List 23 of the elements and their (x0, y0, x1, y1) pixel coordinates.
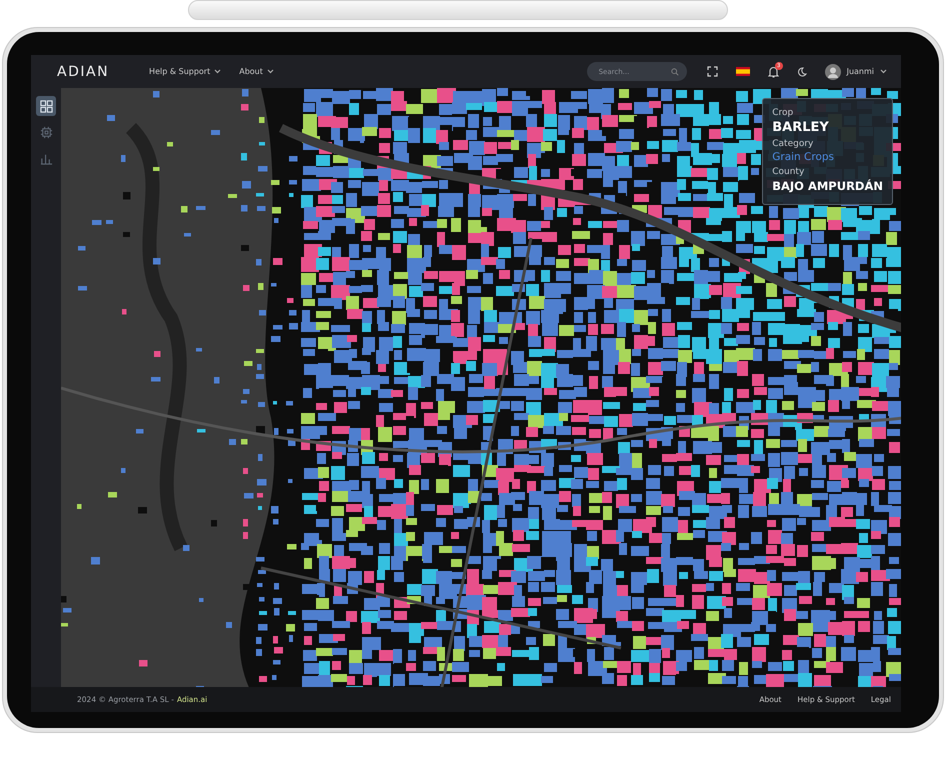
field-value: BAJO AMPURDÁN (772, 179, 883, 193)
search-icon (670, 68, 679, 76)
field-label: County (772, 167, 806, 177)
spain-flag-icon[interactable] (736, 67, 750, 76)
field-label: Category (772, 139, 814, 149)
dashboard-icon (40, 100, 52, 112)
field-value: Grain Crops (772, 151, 836, 163)
chevron-down-icon (266, 69, 274, 74)
nav-menu[interactable]: About (239, 67, 274, 76)
chevron-down-icon (214, 69, 222, 74)
chevron-down-icon (880, 69, 887, 74)
bell-icon[interactable] (768, 66, 779, 78)
moon-icon[interactable] (796, 66, 807, 76)
fullscreen-icon[interactable] (706, 66, 718, 77)
field-value: BARLEY (772, 120, 830, 135)
field-label: Crop (772, 108, 794, 118)
logo[interactable]: ADIAN (57, 64, 110, 80)
user-menu[interactable]: Juanmi (824, 64, 887, 80)
chip-icon (40, 126, 52, 138)
parcel-map-drawing[interactable] (61, 88, 901, 687)
sidebar-item[interactable] (36, 96, 56, 116)
nav-menu[interactable]: Help & Support (149, 67, 222, 76)
avatar-icon (824, 64, 841, 80)
